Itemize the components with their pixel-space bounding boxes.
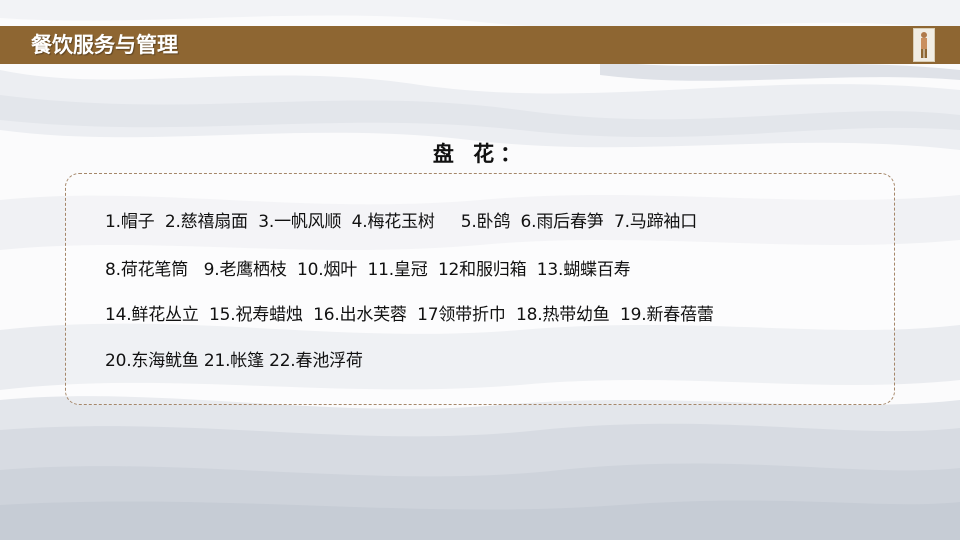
logo (913, 28, 935, 62)
section-heading: 盘 花： (432, 142, 528, 166)
list-item: 1.帽子 2.慈禧扇面 3.一帆风顺 4.梅花玉树 5.卧鸽 6.雨后春笋 7.… (105, 212, 697, 232)
list-item: 20.东海鱿鱼 21.帐篷 22.春池浮荷 (105, 351, 363, 371)
list-item: 14.鲜花丛立 15.祝寿蜡烛 16.出水芙蓉 17领带折巾 18.热带幼鱼 1… (105, 305, 714, 325)
page-title: 餐饮服务与管理 (31, 33, 178, 57)
header-bar: 餐饮服务与管理 (0, 26, 960, 64)
figure-logo-icon (921, 32, 927, 58)
slide: 餐饮服务与管理 盘 花： 1.帽子 2.慈禧扇面 3.一帆风顺 4.梅花玉树 5… (0, 0, 960, 540)
list-item: 8.荷花笔筒 9.老鹰栖枝 10.烟叶 11.皇冠 12和服归箱 13.蝴蝶百寿 (105, 260, 631, 280)
